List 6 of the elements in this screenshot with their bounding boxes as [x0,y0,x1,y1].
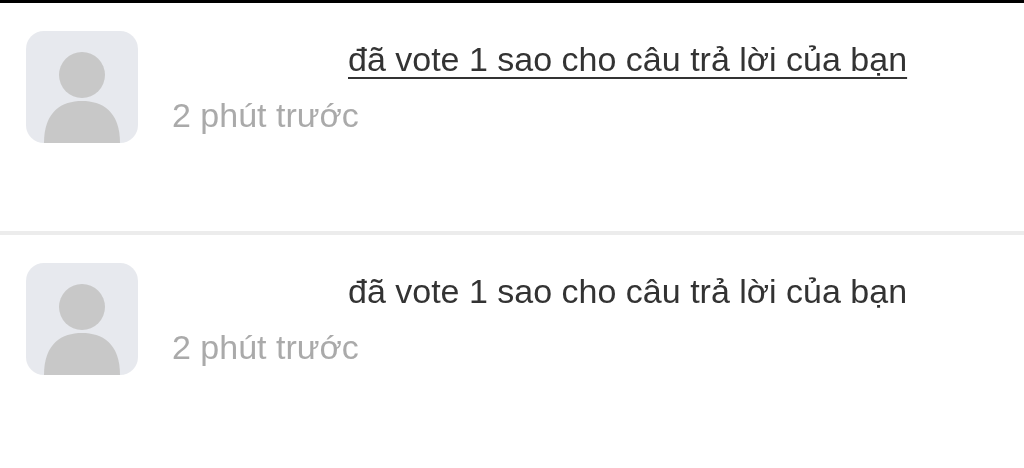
notification-time: 2 phút trước [172,95,360,136]
notification-message[interactable]: đã vote 1 sao cho câu trả lời của bạn [172,263,962,319]
avatar-icon [26,263,138,375]
notification-time: 2 phút trước [172,327,360,368]
avatar-icon [26,31,138,143]
notification-message[interactable]: đã vote 1 sao cho câu trả lời của bạn [172,31,962,87]
